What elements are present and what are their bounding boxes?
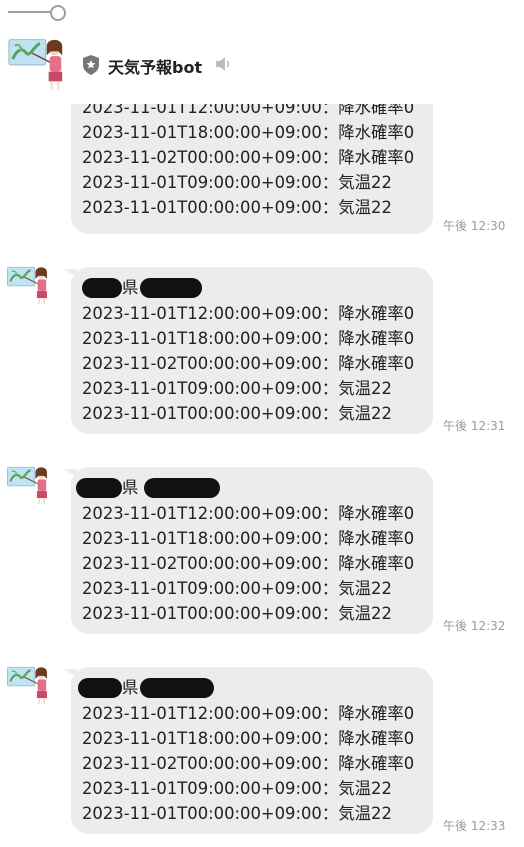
forecast-line: 2023-11-01T00:00:00+09:00：気温22 — [82, 604, 392, 623]
message-bubble: 県 2023-11-01T12:00:00+09:00：降水確率0 2023-1… — [63, 467, 433, 634]
forecast-line: 2023-11-01T18:00:00+09:00：降水確率0 — [82, 123, 415, 142]
forecast-line: 2023-11-01T18:00:00+09:00：降水確率0 — [82, 529, 415, 548]
forecast-line: 2023-11-01T18:00:00+09:00：降水確率0 — [82, 329, 415, 348]
place-line: 県 — [76, 475, 433, 501]
message-time: 午後 12:32 — [443, 619, 506, 633]
bot-name: 天気予報bot — [108, 58, 203, 77]
bubble-tail — [63, 669, 77, 677]
forecast-line: 2023-11-02T00:00:00+09:00：降水確率0 — [82, 754, 415, 773]
slider-track — [8, 11, 56, 13]
forecast-line: 2023-11-01T00:00:00+09:00：気温22 — [82, 804, 392, 823]
forecast-line: 2023-11-01T09:00:00+09:00：気温22 — [82, 779, 392, 798]
message-bubble: 県 2023-11-01T12:00:00+09:00：降水確率0 2023-1… — [63, 667, 433, 834]
bubble-tail — [63, 269, 77, 277]
forecast-line: 2023-11-01T12:00:00+09:00：降水確率0 — [82, 704, 415, 723]
slider-knob[interactable] — [50, 5, 66, 21]
redaction — [76, 478, 122, 498]
forecast-line: 2023-11-01T09:00:00+09:00：気温22 — [82, 379, 392, 398]
redaction — [144, 478, 220, 498]
bot-avatar[interactable] — [6, 30, 70, 92]
forecast-line: 2023-11-01T12:00:00+09:00：降水確率0 — [82, 504, 415, 523]
forecast-line: 2023-11-01T09:00:00+09:00：気温22 — [82, 173, 392, 192]
forecast-line: 2023-11-01T09:00:00+09:00：気温22 — [82, 579, 392, 598]
message-time: 午後 12:33 — [443, 819, 506, 833]
forecast-line: 2023-11-01T12:00:00+09:00：降水確率0 — [82, 104, 415, 117]
message-time: 午後 12:31 — [443, 419, 506, 433]
redaction — [140, 678, 214, 698]
place-text: 県 — [122, 278, 139, 297]
collapse-slider[interactable] — [8, 0, 68, 24]
bot-header: 天気予報bot — [6, 30, 426, 94]
message-time: 午後 12:30 — [443, 219, 506, 233]
shield-icon — [81, 54, 101, 80]
message-bubble: 2023-11-01T12:00:00+09:00：降水確率0 2023-11-… — [71, 104, 433, 234]
bot-avatar[interactable] — [6, 260, 52, 306]
redaction — [82, 278, 122, 298]
forecast-line: 2023-11-01T12:00:00+09:00：降水確率0 — [82, 304, 415, 323]
bubble-tail — [63, 469, 77, 477]
redaction — [78, 678, 122, 698]
forecast-line: 2023-11-02T00:00:00+09:00：降水確率0 — [82, 354, 415, 373]
speaker-icon[interactable] — [214, 56, 232, 76]
message-bubble: 県 2023-11-01T12:00:00+09:00：降水確率0 2023-1… — [63, 267, 433, 434]
redaction — [140, 278, 202, 298]
place-line: 県 — [78, 675, 433, 701]
place-text: 県 — [122, 678, 139, 697]
bot-avatar[interactable] — [6, 660, 52, 706]
forecast-line: 2023-11-01T00:00:00+09:00：気温22 — [82, 198, 392, 217]
forecast-line: 2023-11-01T18:00:00+09:00：降水確率0 — [82, 729, 415, 748]
forecast-line: 2023-11-02T00:00:00+09:00：降水確率0 — [82, 148, 415, 167]
forecast-line: 2023-11-01T00:00:00+09:00：気温22 — [82, 404, 392, 423]
forecast-line: 2023-11-02T00:00:00+09:00：降水確率0 — [82, 554, 415, 573]
place-text: 県 — [122, 478, 139, 497]
bot-avatar[interactable] — [6, 460, 52, 506]
place-line: 県 — [82, 275, 433, 301]
